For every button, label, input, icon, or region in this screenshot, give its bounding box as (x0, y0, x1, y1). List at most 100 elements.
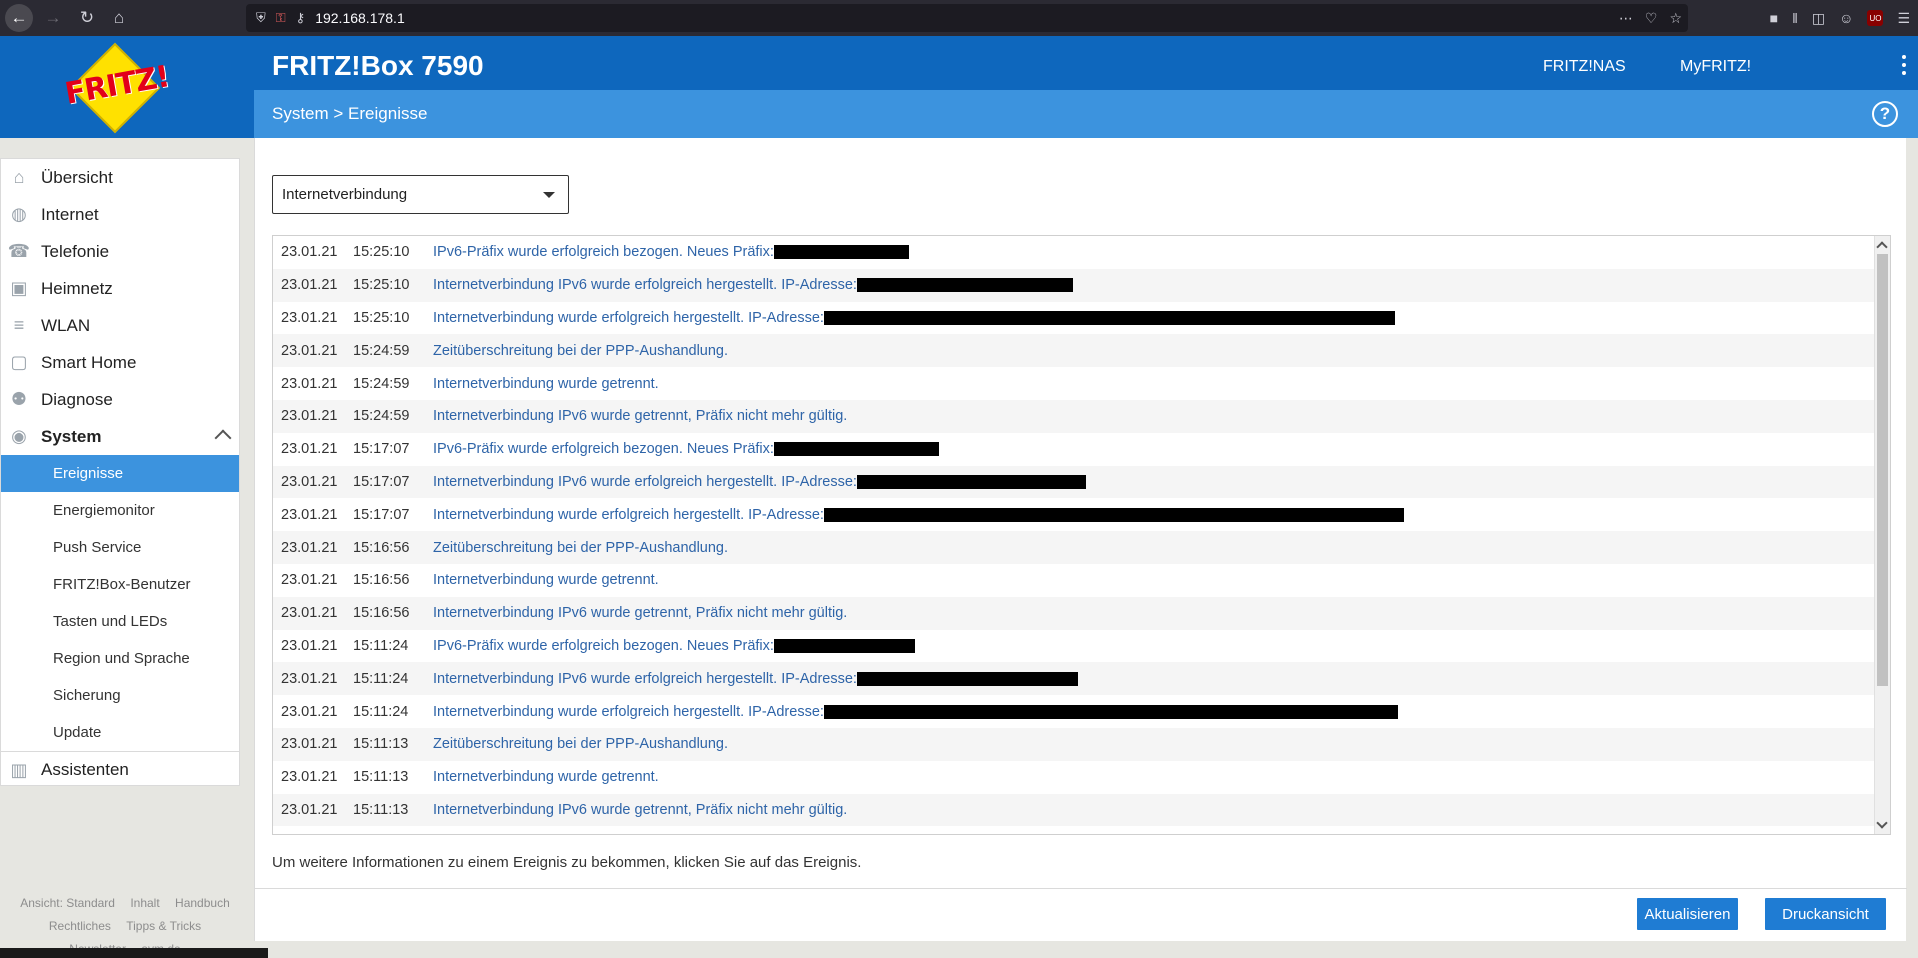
help-icon[interactable]: ? (1872, 101, 1898, 127)
sidebar-subitem-tasten-und-leds[interactable]: Tasten und LEDs (1, 603, 239, 640)
event-row[interactable]: 23.01.21 15:11:13 Zeitüberschreitung bei d… (273, 727, 1890, 761)
sidebar-item-telefonie[interactable]: ☎ Telefonie (1, 233, 239, 270)
sidebar-toggle-icon[interactable]: ◫ (1812, 10, 1825, 27)
event-row[interactable]: 23.01.21 15:24:59 Zeitüberschreitung bei d… (273, 334, 1890, 368)
event-row[interactable]: 23.01.21 15:11:13 Internetverbindung wurde… (273, 761, 1890, 794)
event-row[interactable]: 23.01.21 15:24:59 Internetverbindung wurde… (273, 367, 1890, 400)
refresh-button[interactable]: Aktualisieren (1637, 898, 1738, 930)
fritz-logo[interactable]: FRITZ! (62, 42, 172, 136)
shield-icon[interactable]: ⛨ (256, 10, 266, 26)
event-date: 23.01.21 (281, 506, 338, 523)
event-message[interactable]: Internetverbindung wurde erfolgreich her… (433, 310, 824, 326)
event-message[interactable]: IPv6-Präfix wurde erfolgreich bezogen. N… (433, 441, 774, 457)
event-row[interactable]: 23.01.21 15:17:07 IPv6-Präfix wurde erfolg… (273, 433, 1890, 466)
sidebar-subitem-fritz-box-benutzer[interactable]: FRITZ!Box-Benutzer (1, 566, 239, 603)
chevron-up-icon[interactable] (214, 429, 232, 447)
event-message[interactable]: Internetverbindung wurde erfolgreich her… (433, 507, 824, 523)
event-time: 15:25:10 (353, 277, 410, 294)
sidebar-item-smart-home[interactable]: ▢ Smart Home (1, 344, 239, 381)
event-row[interactable]: 23.01.21 15:16:56 Internetverbindung wurde… (273, 564, 1890, 597)
sidebar-subitem-push-service[interactable]: Push Service (1, 529, 239, 566)
event-list[interactable]: 23.01.21 15:25:10 IPv6-Präfix wurde erfolg… (272, 235, 1891, 835)
bookmark-star-icon[interactable]: ☆ (1669, 10, 1682, 27)
library-icon[interactable]: ‖ (1792, 10, 1798, 26)
ublock-icon[interactable]: UO (1867, 10, 1884, 26)
event-message[interactable]: Internetverbindung IPv6 wurde erfolgreic… (433, 474, 857, 490)
key-icon[interactable]: ⚷ (296, 10, 306, 26)
event-row[interactable]: 23.01.21 15:24:59 Internetverbindung IPv6 … (273, 399, 1890, 433)
sidebar-subitem-region-und-sprache[interactable]: Region und Sprache (1, 640, 239, 677)
reload-icon[interactable]: ↻ (73, 4, 101, 32)
event-row[interactable]: 23.01.21 15:11:24 Internetverbindung IPv6 … (273, 662, 1890, 696)
footer-link-handbuch[interactable]: Handbuch (175, 896, 230, 910)
event-message[interactable]: IPv6-Präfix wurde erfolgreich bezogen. N… (433, 638, 774, 654)
sidebar: ⌂ Übersicht ◍ Internet ☎ Telefonie ▣ Heimnetz ≡ W… (0, 158, 240, 786)
scroll-down-icon[interactable] (1876, 817, 1888, 829)
event-message[interactable]: Internetverbindung IPv6 wurde getrennt, … (433, 802, 847, 818)
forward-arrow-icon[interactable]: → (39, 4, 67, 32)
redacted-address (773, 638, 915, 653)
sidebar-item-wlan[interactable]: ≡ WLAN (1, 307, 239, 344)
event-row[interactable]: 23.01.21 15:25:10 IPv6-Präfix wurde erfolg… (273, 236, 1890, 269)
event-message[interactable]: Internetverbindung IPv6 wurde erfolgreic… (433, 671, 857, 687)
scroll-up-icon[interactable] (1876, 241, 1888, 253)
sidebar-subitem-update[interactable]: Update (1, 714, 239, 751)
sidebar-subitem-sicherung[interactable]: Sicherung (1, 677, 239, 714)
sidebar-item-diagnose[interactable]: ⚉ Diagnose (1, 381, 239, 418)
home-icon[interactable]: ⌂ (105, 4, 133, 32)
footer-link-tipps[interactable]: Tipps & Tricks (126, 919, 201, 933)
event-message[interactable]: Internetverbindung IPv6 wurde getrennt, … (433, 408, 847, 424)
toolbar-extension-icon[interactable]: ■ (1770, 10, 1778, 26)
account-icon[interactable]: ☺ (1839, 10, 1853, 26)
scrollbar-thumb[interactable] (1877, 254, 1888, 686)
header-menu-icon[interactable] (1902, 55, 1906, 75)
event-message[interactable]: Zeitüberschreitung bei der PPP-Aushandlu… (433, 343, 728, 359)
event-row[interactable]: 23.01.21 15:16:56 Internetverbindung IPv6 … (273, 596, 1890, 630)
event-message[interactable]: Internetverbindung IPv6 wurde erfolgreic… (433, 277, 857, 293)
event-row[interactable]: 23.01.21 15:11:24 Internetverbindung wurde… (273, 695, 1890, 728)
sidebar-subitem-ereignisse[interactable]: Ereignisse (1, 455, 239, 492)
sidebar-item-assistenten[interactable]: ▥ Assistenten (1, 751, 239, 788)
sidebar-item-heimnetz[interactable]: ▣ Heimnetz (1, 270, 239, 307)
footer-link-ansicht[interactable]: Ansicht: Standard (20, 896, 115, 910)
sidebar-item-internet[interactable]: ◍ Internet (1, 196, 239, 233)
sidebar-item-system[interactable]: ◉ System (1, 418, 239, 455)
event-message[interactable]: IPv6-Präfix wurde erfolgreich bezogen. N… (433, 244, 774, 260)
smarthome-icon: ▢ (10, 352, 28, 372)
event-row[interactable]: 23.01.21 15:11:13 Internetverbindung IPv6 … (273, 793, 1890, 827)
url-text[interactable]: 192.168.178.1 (315, 10, 405, 26)
scrollbar[interactable] (1874, 236, 1890, 834)
event-time: 15:24:59 (353, 342, 410, 359)
redacted-address (823, 310, 1395, 325)
breadcrumb[interactable]: System > Ereignisse (272, 104, 427, 124)
event-row[interactable]: 23.01.21 15:17:07 Internetverbindung wurde… (273, 498, 1890, 531)
print-view-button[interactable]: Druckansicht (1765, 898, 1886, 930)
event-message[interactable]: Internetverbindung wurde getrennt. (433, 376, 659, 392)
event-message[interactable]: Zeitüberschreitung bei der PPP-Aushandlu… (433, 540, 728, 556)
url-bar[interactable]: ⛨ ⚿ ⚷ 192.168.178.1 ⋯ ♡ ☆ (246, 4, 1688, 32)
hamburger-menu-icon[interactable]: ☰ (1897, 10, 1910, 27)
event-message[interactable]: Zeitüberschreitung bei der PPP-Aushandlu… (433, 736, 728, 752)
event-row[interactable]: 23.01.21 15:16:56 Zeitüberschreitung bei d… (273, 531, 1890, 564)
footer-link-rechtliches[interactable]: Rechtliches (49, 919, 111, 933)
myfritz-link[interactable]: MyFRITZ! (1680, 58, 1751, 76)
fritz-nas-link[interactable]: FRITZ!NAS (1543, 58, 1626, 76)
event-filter-select[interactable]: Internetverbindung (272, 175, 569, 214)
footer-link-inhalt[interactable]: Inhalt (130, 896, 159, 910)
sidebar-item-übersicht[interactable]: ⌂ Übersicht (1, 159, 239, 196)
event-message[interactable]: Internetverbindung wurde erfolgreich her… (433, 704, 824, 720)
event-row[interactable]: 23.01.21 15:11:24 IPv6-Präfix wurde erfolg… (273, 630, 1890, 663)
back-arrow-icon[interactable]: ← (5, 4, 33, 32)
insecure-lock-icon[interactable]: ⚿ (276, 10, 286, 26)
event-row[interactable]: 23.01.21 15:25:10 Internetverbindung IPv6 … (273, 268, 1890, 302)
pocket-icon[interactable]: ♡ (1645, 10, 1658, 27)
phone-icon: ☎ (7, 241, 31, 261)
more-icon[interactable]: ⋯ (1619, 10, 1633, 27)
sidebar-subitem-energiemonitor[interactable]: Energiemonitor (1, 492, 239, 529)
event-row[interactable]: 23.01.21 15:25:10 Internetverbindung wurde… (273, 302, 1890, 335)
event-message[interactable]: Internetverbindung IPv6 wurde getrennt, … (433, 605, 847, 621)
event-message[interactable]: Internetverbindung wurde getrennt. (433, 769, 659, 785)
event-row[interactable]: 23.01.21 15:17:07 Internetverbindung IPv6 … (273, 465, 1890, 499)
event-message[interactable]: Internetverbindung wurde getrennt. (433, 572, 659, 588)
redacted-address (823, 507, 1404, 522)
